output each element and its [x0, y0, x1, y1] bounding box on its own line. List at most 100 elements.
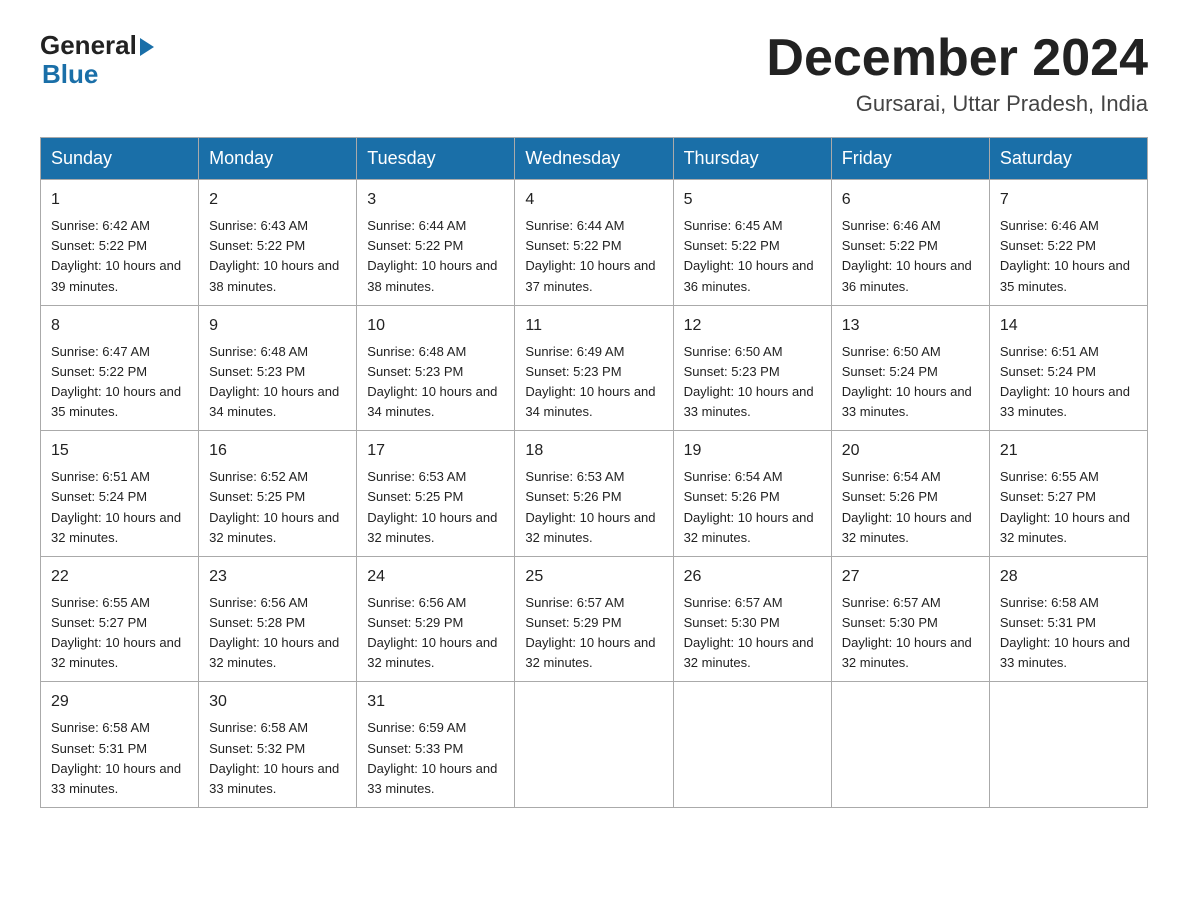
day-info: Sunrise: 6:47 AMSunset: 5:22 PMDaylight:…	[51, 344, 181, 419]
day-info: Sunrise: 6:59 AMSunset: 5:33 PMDaylight:…	[367, 720, 497, 795]
day-info: Sunrise: 6:46 AMSunset: 5:22 PMDaylight:…	[842, 218, 972, 293]
calendar-day-cell: 17 Sunrise: 6:53 AMSunset: 5:25 PMDaylig…	[357, 431, 515, 557]
day-info: Sunrise: 6:57 AMSunset: 5:30 PMDaylight:…	[842, 595, 972, 670]
logo-triangle-icon	[140, 38, 154, 56]
calendar-header-row: SundayMondayTuesdayWednesdayThursdayFrid…	[41, 138, 1148, 180]
day-info: Sunrise: 6:53 AMSunset: 5:25 PMDaylight:…	[367, 469, 497, 544]
day-number: 15	[51, 439, 188, 463]
day-number: 12	[684, 314, 821, 338]
calendar-day-cell: 25 Sunrise: 6:57 AMSunset: 5:29 PMDaylig…	[515, 556, 673, 682]
calendar-day-cell: 15 Sunrise: 6:51 AMSunset: 5:24 PMDaylig…	[41, 431, 199, 557]
calendar-day-cell	[673, 682, 831, 808]
calendar-day-cell: 31 Sunrise: 6:59 AMSunset: 5:33 PMDaylig…	[357, 682, 515, 808]
day-info: Sunrise: 6:50 AMSunset: 5:23 PMDaylight:…	[684, 344, 814, 419]
day-number: 10	[367, 314, 504, 338]
calendar-table: SundayMondayTuesdayWednesdayThursdayFrid…	[40, 137, 1148, 808]
calendar-week-row: 15 Sunrise: 6:51 AMSunset: 5:24 PMDaylig…	[41, 431, 1148, 557]
calendar-day-cell: 16 Sunrise: 6:52 AMSunset: 5:25 PMDaylig…	[199, 431, 357, 557]
calendar-day-cell: 8 Sunrise: 6:47 AMSunset: 5:22 PMDayligh…	[41, 305, 199, 431]
calendar-day-cell: 24 Sunrise: 6:56 AMSunset: 5:29 PMDaylig…	[357, 556, 515, 682]
day-info: Sunrise: 6:52 AMSunset: 5:25 PMDaylight:…	[209, 469, 339, 544]
calendar-day-header: Saturday	[989, 138, 1147, 180]
calendar-day-header: Monday	[199, 138, 357, 180]
calendar-week-row: 22 Sunrise: 6:55 AMSunset: 5:27 PMDaylig…	[41, 556, 1148, 682]
calendar-day-cell: 1 Sunrise: 6:42 AMSunset: 5:22 PMDayligh…	[41, 180, 199, 306]
calendar-day-cell: 11 Sunrise: 6:49 AMSunset: 5:23 PMDaylig…	[515, 305, 673, 431]
day-info: Sunrise: 6:56 AMSunset: 5:28 PMDaylight:…	[209, 595, 339, 670]
calendar-day-cell: 13 Sunrise: 6:50 AMSunset: 5:24 PMDaylig…	[831, 305, 989, 431]
calendar-week-row: 1 Sunrise: 6:42 AMSunset: 5:22 PMDayligh…	[41, 180, 1148, 306]
day-number: 25	[525, 565, 662, 589]
calendar-day-cell: 22 Sunrise: 6:55 AMSunset: 5:27 PMDaylig…	[41, 556, 199, 682]
calendar-week-row: 8 Sunrise: 6:47 AMSunset: 5:22 PMDayligh…	[41, 305, 1148, 431]
day-number: 31	[367, 690, 504, 714]
day-number: 3	[367, 188, 504, 212]
calendar-day-cell	[515, 682, 673, 808]
day-number: 30	[209, 690, 346, 714]
calendar-day-cell: 29 Sunrise: 6:58 AMSunset: 5:31 PMDaylig…	[41, 682, 199, 808]
calendar-day-cell: 7 Sunrise: 6:46 AMSunset: 5:22 PMDayligh…	[989, 180, 1147, 306]
day-number: 23	[209, 565, 346, 589]
day-number: 26	[684, 565, 821, 589]
calendar-day-cell: 10 Sunrise: 6:48 AMSunset: 5:23 PMDaylig…	[357, 305, 515, 431]
page-header: General Blue December 2024 Gursarai, Utt…	[40, 30, 1148, 117]
day-info: Sunrise: 6:51 AMSunset: 5:24 PMDaylight:…	[1000, 344, 1130, 419]
day-number: 2	[209, 188, 346, 212]
day-number: 14	[1000, 314, 1137, 338]
day-info: Sunrise: 6:57 AMSunset: 5:29 PMDaylight:…	[525, 595, 655, 670]
day-info: Sunrise: 6:54 AMSunset: 5:26 PMDaylight:…	[684, 469, 814, 544]
day-number: 24	[367, 565, 504, 589]
day-number: 7	[1000, 188, 1137, 212]
day-number: 4	[525, 188, 662, 212]
calendar-day-header: Wednesday	[515, 138, 673, 180]
calendar-day-cell: 5 Sunrise: 6:45 AMSunset: 5:22 PMDayligh…	[673, 180, 831, 306]
calendar-day-cell: 21 Sunrise: 6:55 AMSunset: 5:27 PMDaylig…	[989, 431, 1147, 557]
calendar-day-cell: 12 Sunrise: 6:50 AMSunset: 5:23 PMDaylig…	[673, 305, 831, 431]
calendar-day-cell	[831, 682, 989, 808]
day-info: Sunrise: 6:55 AMSunset: 5:27 PMDaylight:…	[1000, 469, 1130, 544]
calendar-day-cell: 3 Sunrise: 6:44 AMSunset: 5:22 PMDayligh…	[357, 180, 515, 306]
calendar-day-cell: 28 Sunrise: 6:58 AMSunset: 5:31 PMDaylig…	[989, 556, 1147, 682]
calendar-day-cell: 6 Sunrise: 6:46 AMSunset: 5:22 PMDayligh…	[831, 180, 989, 306]
calendar-day-cell: 18 Sunrise: 6:53 AMSunset: 5:26 PMDaylig…	[515, 431, 673, 557]
day-number: 1	[51, 188, 188, 212]
calendar-day-cell: 27 Sunrise: 6:57 AMSunset: 5:30 PMDaylig…	[831, 556, 989, 682]
day-number: 27	[842, 565, 979, 589]
day-info: Sunrise: 6:44 AMSunset: 5:22 PMDaylight:…	[525, 218, 655, 293]
day-info: Sunrise: 6:48 AMSunset: 5:23 PMDaylight:…	[209, 344, 339, 419]
day-number: 6	[842, 188, 979, 212]
day-info: Sunrise: 6:48 AMSunset: 5:23 PMDaylight:…	[367, 344, 497, 419]
logo-general-text: General	[40, 30, 137, 61]
day-info: Sunrise: 6:55 AMSunset: 5:27 PMDaylight:…	[51, 595, 181, 670]
calendar-day-cell	[989, 682, 1147, 808]
calendar-day-cell: 9 Sunrise: 6:48 AMSunset: 5:23 PMDayligh…	[199, 305, 357, 431]
calendar-day-cell: 4 Sunrise: 6:44 AMSunset: 5:22 PMDayligh…	[515, 180, 673, 306]
day-number: 22	[51, 565, 188, 589]
day-info: Sunrise: 6:42 AMSunset: 5:22 PMDaylight:…	[51, 218, 181, 293]
calendar-day-cell: 20 Sunrise: 6:54 AMSunset: 5:26 PMDaylig…	[831, 431, 989, 557]
calendar-day-cell: 23 Sunrise: 6:56 AMSunset: 5:28 PMDaylig…	[199, 556, 357, 682]
day-number: 17	[367, 439, 504, 463]
day-number: 16	[209, 439, 346, 463]
day-number: 21	[1000, 439, 1137, 463]
day-info: Sunrise: 6:43 AMSunset: 5:22 PMDaylight:…	[209, 218, 339, 293]
day-number: 28	[1000, 565, 1137, 589]
day-info: Sunrise: 6:56 AMSunset: 5:29 PMDaylight:…	[367, 595, 497, 670]
title-section: December 2024 Gursarai, Uttar Pradesh, I…	[766, 30, 1148, 117]
calendar-day-cell: 30 Sunrise: 6:58 AMSunset: 5:32 PMDaylig…	[199, 682, 357, 808]
calendar-day-header: Tuesday	[357, 138, 515, 180]
calendar-day-header: Sunday	[41, 138, 199, 180]
day-info: Sunrise: 6:46 AMSunset: 5:22 PMDaylight:…	[1000, 218, 1130, 293]
day-info: Sunrise: 6:44 AMSunset: 5:22 PMDaylight:…	[367, 218, 497, 293]
day-number: 11	[525, 314, 662, 338]
calendar-day-cell: 14 Sunrise: 6:51 AMSunset: 5:24 PMDaylig…	[989, 305, 1147, 431]
day-number: 9	[209, 314, 346, 338]
calendar-day-cell: 26 Sunrise: 6:57 AMSunset: 5:30 PMDaylig…	[673, 556, 831, 682]
day-info: Sunrise: 6:54 AMSunset: 5:26 PMDaylight:…	[842, 469, 972, 544]
calendar-day-header: Thursday	[673, 138, 831, 180]
logo-blue-text: Blue	[42, 59, 98, 90]
day-number: 19	[684, 439, 821, 463]
calendar-week-row: 29 Sunrise: 6:58 AMSunset: 5:31 PMDaylig…	[41, 682, 1148, 808]
calendar-day-cell: 19 Sunrise: 6:54 AMSunset: 5:26 PMDaylig…	[673, 431, 831, 557]
day-number: 18	[525, 439, 662, 463]
